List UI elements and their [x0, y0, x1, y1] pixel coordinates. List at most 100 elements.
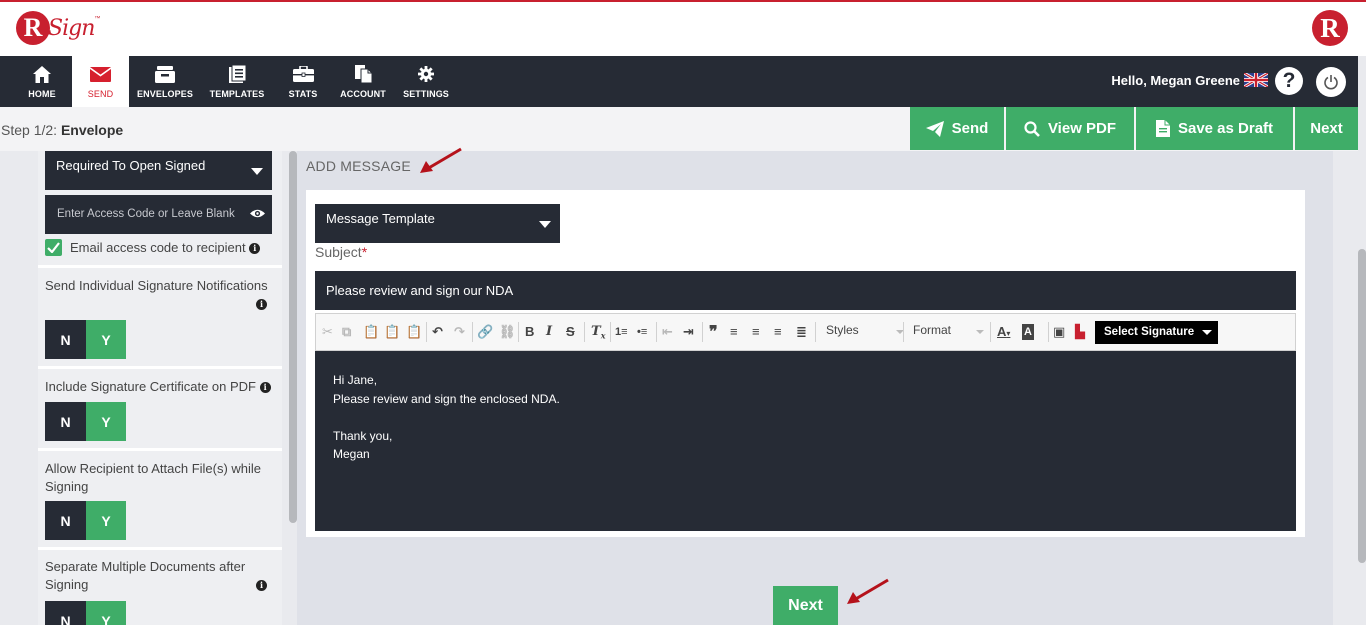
email-access-code-label: Email access code to recipient i	[70, 239, 261, 257]
brand-bar: R Sign ™ R	[0, 0, 1366, 56]
yes-option[interactable]: Y	[86, 320, 126, 359]
option-individual-notifications: Send Individual Signature Notifications …	[38, 268, 282, 366]
uk-flag-icon[interactable]	[1244, 73, 1268, 87]
info-icon[interactable]: i	[256, 299, 267, 310]
info-icon[interactable]: i	[249, 243, 261, 254]
caret-down-icon	[976, 330, 984, 334]
yes-no-toggle[interactable]: N Y	[45, 402, 126, 441]
option-signature-certificate: Include Signature Certificate on PDF i N…	[38, 369, 282, 448]
inbox-icon	[154, 64, 176, 84]
message-template-dropdown[interactable]: Message Template	[315, 204, 560, 243]
paper-plane-icon	[925, 120, 944, 137]
unlink-icon[interactable]: ⛓	[499, 324, 516, 340]
align-left-icon[interactable]: ≡	[730, 324, 738, 340]
bulleted-list-icon[interactable]: •≡	[637, 324, 647, 340]
nav-account[interactable]: ACCOUNT	[336, 56, 390, 107]
gear-icon	[418, 64, 434, 84]
caret-down-icon	[1202, 330, 1212, 335]
account-icon	[354, 64, 372, 84]
option-label: Include Signature Certificate on PDF i	[45, 378, 275, 396]
next-top-button[interactable]: Next	[1295, 107, 1358, 150]
left-panel-scrollbar[interactable]	[289, 151, 297, 523]
subject-input[interactable]: Please review and sign our NDA	[315, 271, 1296, 310]
signature-stamp-icon[interactable]: ▙	[1075, 324, 1085, 340]
view-pdf-button[interactable]: View PDF	[1006, 107, 1134, 150]
styles-dropdown[interactable]: Styles	[826, 323, 906, 337]
numbered-list-icon[interactable]: 1≡	[615, 324, 628, 340]
yes-no-toggle[interactable]: N Y	[45, 601, 126, 625]
info-icon[interactable]: i	[256, 580, 267, 591]
italic-icon[interactable]: I	[546, 324, 552, 340]
option-separate-documents: Separate Multiple Documents after Signin…	[38, 550, 282, 625]
power-icon	[1324, 75, 1338, 90]
option-label: Send Individual Signature Notifications …	[45, 278, 268, 310]
nav-stats[interactable]: STATS	[278, 56, 328, 107]
templates-icon	[228, 64, 246, 84]
outdent-icon[interactable]: ⇤	[662, 324, 673, 340]
paste-icon[interactable]: 📋	[363, 324, 379, 340]
align-right-icon[interactable]: ≡	[774, 324, 782, 340]
step-bar: Step 1/2: Envelope Send View PDF Save as…	[0, 107, 1358, 151]
blockquote-icon[interactable]: ❞	[709, 324, 718, 340]
nav-home[interactable]: HOME	[12, 56, 72, 107]
bold-icon[interactable]: B	[525, 324, 534, 340]
indent-icon[interactable]: ⇥	[683, 324, 694, 340]
step-indicator: Step 1/2: Envelope	[1, 122, 124, 138]
nav-send[interactable]: SEND	[72, 56, 129, 107]
eye-icon[interactable]	[250, 208, 265, 219]
yes-option[interactable]: Y	[86, 402, 126, 441]
no-option[interactable]: N	[45, 402, 86, 441]
image-icon[interactable]: ▣	[1053, 324, 1065, 340]
align-center-icon[interactable]: ≡	[752, 324, 760, 340]
strikethrough-icon[interactable]: S	[566, 324, 575, 340]
no-option[interactable]: N	[45, 601, 86, 625]
help-button[interactable]: ?	[1275, 67, 1303, 95]
background-color-icon[interactable]: A	[1022, 324, 1034, 340]
annotation-arrow-icon	[847, 578, 889, 604]
justify-icon[interactable]: ≣	[796, 324, 807, 340]
copy-icon[interactable]: ⧉	[342, 324, 351, 340]
message-card: Message Template Subject* Please review …	[306, 190, 1305, 537]
save-as-draft-button[interactable]: Save as Draft	[1136, 107, 1293, 150]
envelope-options-panel: Required To Open Signed Enter Access Cod…	[38, 151, 282, 625]
paste-text-icon[interactable]: 📋	[384, 324, 400, 340]
option-label: Allow Recipient to Attach File(s) while …	[45, 461, 262, 494]
cut-icon[interactable]: ✂	[322, 324, 333, 340]
editor-toolbar: ✂ ⧉ 📋 📋 📋 ↶ ↷ 🔗 ⛓ B I S Tx 1≡ •≡ ⇤ ⇥ ❞ ≡…	[315, 313, 1296, 351]
annotation-arrow-icon	[420, 147, 462, 173]
yes-option[interactable]: Y	[86, 601, 126, 625]
nav-envelopes[interactable]: ENVELOPES	[133, 56, 197, 107]
email-access-code-checkbox[interactable]	[45, 239, 62, 256]
add-message-title: ADD MESSAGE	[306, 158, 411, 174]
home-icon	[33, 64, 51, 84]
logout-button[interactable]	[1316, 67, 1346, 97]
yes-no-toggle[interactable]: N Y	[45, 320, 126, 359]
search-icon	[1024, 120, 1040, 137]
document-icon	[1155, 120, 1170, 137]
undo-icon[interactable]: ↶	[432, 324, 443, 340]
next-button[interactable]: Next	[773, 586, 838, 625]
text-color-icon[interactable]: A▾	[997, 324, 1010, 342]
page-scrollbar[interactable]	[1358, 249, 1366, 563]
format-dropdown[interactable]: Format	[913, 323, 993, 337]
select-signature-dropdown[interactable]: Select Signature	[1095, 321, 1218, 344]
access-code-input[interactable]: Enter Access Code or Leave Blank	[45, 195, 272, 234]
send-button[interactable]: Send	[910, 107, 1004, 150]
option-label: Separate Multiple Documents after Signin…	[45, 559, 246, 592]
yes-option[interactable]: Y	[86, 501, 126, 540]
no-option[interactable]: N	[45, 320, 86, 359]
info-icon[interactable]: i	[259, 382, 271, 393]
no-option[interactable]: N	[45, 501, 86, 540]
paste-word-icon[interactable]: 📋	[406, 324, 422, 340]
yes-no-toggle[interactable]: N Y	[45, 501, 126, 540]
nav-settings[interactable]: SETTINGS	[398, 56, 454, 107]
rsign-logo[interactable]: R Sign ™	[16, 8, 100, 48]
clear-format-icon[interactable]: Tx	[591, 324, 605, 344]
access-code-section: Required To Open Signed Enter Access Cod…	[38, 151, 282, 265]
redo-icon[interactable]: ↷	[454, 324, 465, 340]
briefcase-icon	[292, 64, 314, 84]
password-option-dropdown[interactable]: Required To Open Signed	[45, 151, 272, 190]
nav-templates[interactable]: TEMPLATES	[204, 56, 270, 107]
message-body-editor[interactable]: Hi Jane, Please review and sign the encl…	[315, 351, 1296, 531]
link-icon[interactable]: 🔗	[477, 324, 493, 340]
